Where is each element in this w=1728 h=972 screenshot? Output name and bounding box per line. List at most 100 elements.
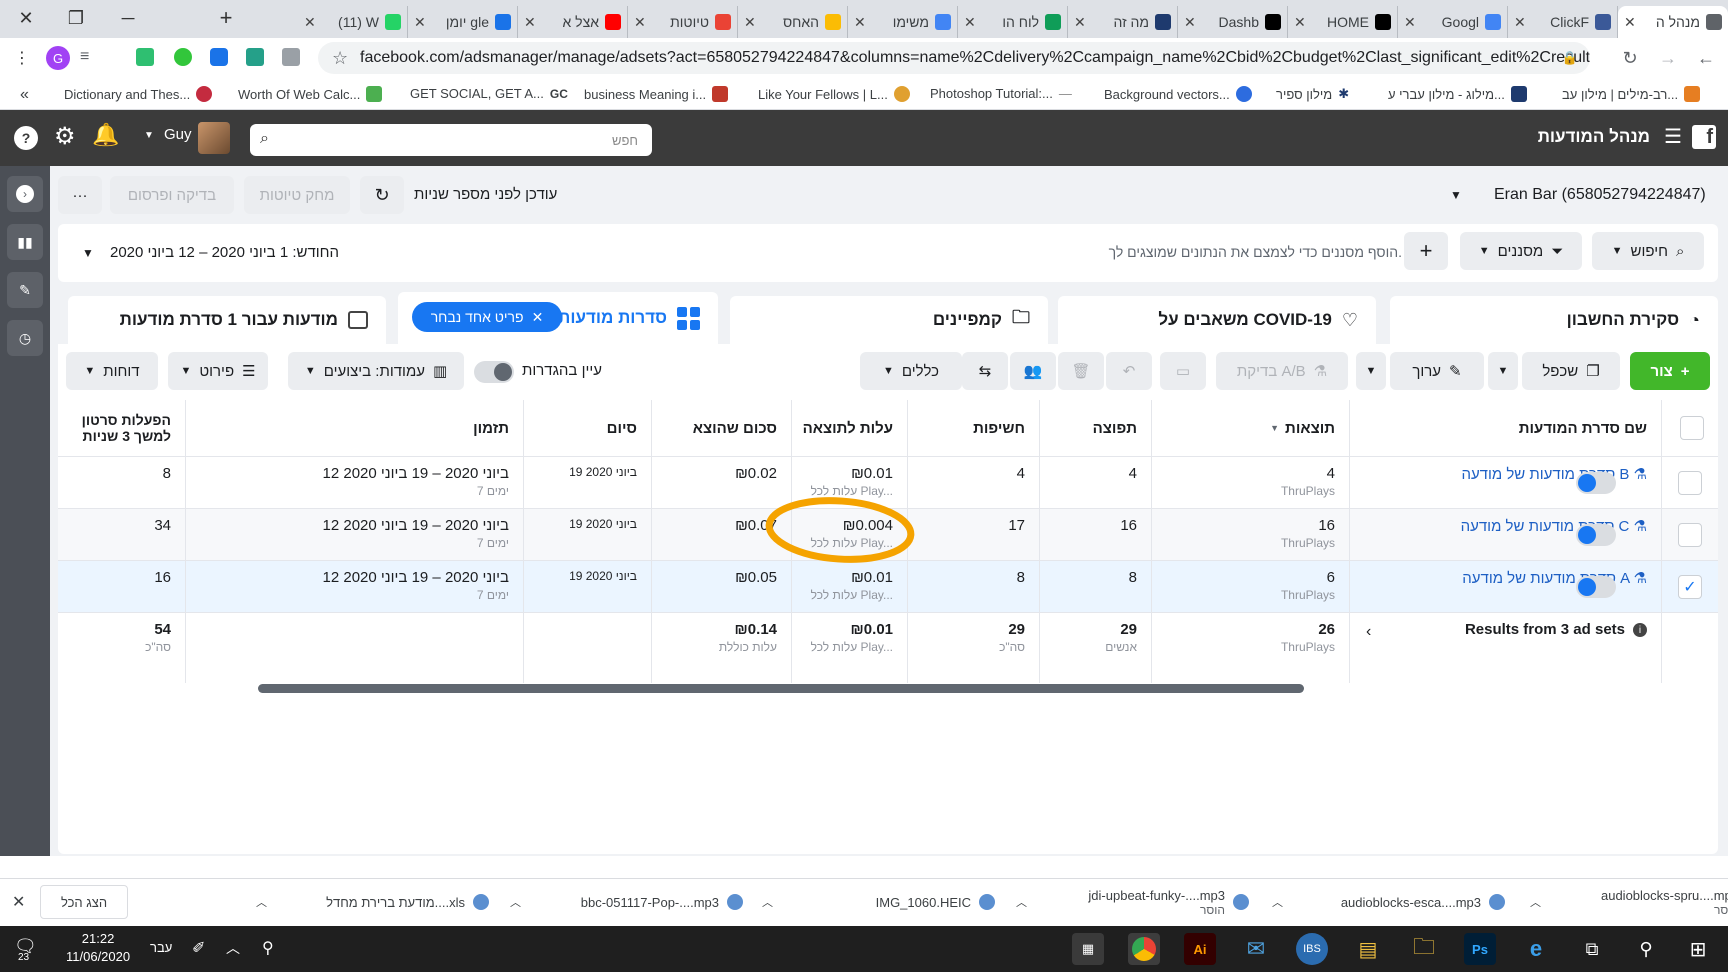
tab-close-icon[interactable]: ✕ — [414, 14, 426, 31]
user-avatar[interactable] — [198, 122, 230, 154]
edit-chevron-down-icon[interactable]: ▼ — [1356, 352, 1386, 390]
close-downloads-icon[interactable]: ✕ — [12, 892, 25, 912]
windows-start-icon[interactable]: ⊞ — [1682, 933, 1714, 965]
horizontal-scrollbar[interactable] — [258, 684, 1304, 693]
view-setup-toggle[interactable] — [474, 361, 514, 383]
tab-close-icon[interactable]: ✕ — [634, 14, 646, 31]
clock[interactable]: 21:22 11/06/2020 — [66, 930, 130, 966]
download-chevron-up-icon[interactable]: ︿ — [510, 894, 521, 910]
review-publish-button[interactable]: בדיקה ופרסום — [110, 176, 234, 214]
new-tab-icon[interactable]: + — [204, 0, 248, 36]
search-input[interactable]: ⌕ חפש — [250, 124, 652, 156]
tab-close-icon[interactable]: ✕ — [744, 14, 756, 31]
profile-avatar[interactable]: G — [46, 46, 70, 70]
browser-tab[interactable]: ✕ HOME — [1288, 6, 1398, 38]
user-name[interactable]: Guy — [164, 126, 192, 143]
account-selector[interactable]: Eran Bar (658052794224847) — [1494, 186, 1706, 204]
tab-campaigns[interactable]: קמפיינים 🗀 — [730, 296, 1048, 344]
browser-tab[interactable]: ✕ Dashb — [1178, 6, 1288, 38]
download-chevron-up-icon[interactable]: ︿ — [762, 894, 773, 910]
column-header-cost-per-result[interactable]: עלות לתוצאה — [792, 400, 908, 456]
help-icon[interactable]: ? — [14, 126, 38, 150]
column-header-end[interactable]: סיום — [524, 400, 652, 456]
browser-tab[interactable]: ✕ יומן gle — [408, 6, 518, 38]
menu-hamburger-icon[interactable]: ☰ — [1664, 124, 1682, 149]
bookmark-item[interactable]: Background vectors... — [1104, 86, 1252, 102]
edit-pencil-icon[interactable]: ✎ — [7, 272, 43, 308]
reports-chart-icon[interactable]: ▮▮ — [7, 224, 43, 260]
extension-icon[interactable] — [174, 48, 192, 66]
browser-tab[interactable]: ✕ לוח הו — [958, 6, 1068, 38]
tab-close-icon[interactable]: ✕ — [1514, 14, 1526, 31]
bookmark-star-icon[interactable]: ☆ — [332, 42, 348, 74]
expand-rail-icon[interactable]: › — [7, 176, 43, 212]
calculator-app-icon[interactable]: ▦ — [1072, 933, 1104, 965]
download-chevron-up-icon[interactable]: ︿ — [256, 894, 267, 910]
browser-tab[interactable]: ✕ ClickF — [1508, 6, 1618, 38]
row-checkbox[interactable]: ✓ — [1678, 575, 1702, 599]
photoshop-app-icon[interactable]: Ps — [1464, 933, 1496, 965]
date-range-picker[interactable]: החודש: 1 ביוני 2020 – 12 ביוני 2020 — [110, 244, 339, 261]
edit-button[interactable]: ערוך ✎ — [1390, 352, 1484, 390]
extension-icon[interactable] — [210, 48, 228, 66]
download-item[interactable]: ︿ bbc-051117-Pop-....mp3 — [510, 885, 743, 919]
search-button[interactable]: ▼ חיפוש ⌕ — [1592, 232, 1704, 270]
row-checkbox[interactable] — [1678, 523, 1702, 547]
duplicate-button[interactable]: שכפל ❐ — [1522, 352, 1620, 390]
chrome-app-icon[interactable] — [1128, 933, 1160, 965]
tab-covid-resources[interactable]: משאבים על COVID-19 ♡ — [1058, 296, 1376, 344]
file-explorer-icon[interactable]: 🗀 — [1408, 933, 1440, 965]
archive-icon[interactable]: ▭ — [1160, 352, 1206, 390]
collapse-chevron-icon[interactable]: ‹ — [1366, 623, 1371, 641]
more-options-button[interactable]: ··· — [58, 176, 102, 214]
extension-icon[interactable] — [282, 48, 300, 66]
user-menu-chevron-down-icon[interactable]: ▼ — [144, 130, 154, 141]
browser-tab[interactable]: ✕ משימו — [848, 6, 958, 38]
discard-drafts-button[interactable]: מחק טיוטות — [244, 176, 350, 214]
extension-icon[interactable] — [246, 48, 264, 66]
history-clock-icon[interactable]: ◷ — [7, 320, 43, 356]
tab-close-icon[interactable]: ✕ — [524, 14, 536, 31]
tab-close-icon[interactable]: ✕ — [1404, 14, 1416, 31]
sticky-app-icon[interactable]: ▤ — [1352, 933, 1384, 965]
column-header-reach[interactable]: תפוצה — [1040, 400, 1152, 456]
tray-chevron-up-icon[interactable]: ︿ — [226, 938, 240, 958]
column-header-amount-spent[interactable]: סכום שהוצא — [652, 400, 792, 456]
bookmark-item[interactable]: מילוג - מילון עברי ע... — [1388, 86, 1527, 102]
date-chevron-down-icon[interactable]: ▼ — [82, 246, 94, 260]
bookmark-item[interactable]: מילון ספיר ✱ — [1276, 86, 1349, 102]
browser-tab[interactable]: ✕ Googl — [1398, 6, 1508, 38]
delivery-toggle[interactable] — [1576, 576, 1616, 598]
show-all-downloads-button[interactable]: הצג הכל — [40, 885, 128, 919]
network-icon[interactable]: ⚲ — [262, 938, 274, 958]
tab-close-icon[interactable]: ✕ — [1074, 14, 1086, 31]
close-window-icon[interactable]: ✕ — [4, 0, 48, 36]
browser-tab[interactable]: ✕ (11) W — [298, 6, 408, 38]
filters-button[interactable]: ▼ מסננים ⏷ — [1460, 232, 1582, 270]
column-header-impressions[interactable]: חשיפות — [908, 400, 1040, 456]
bookmark-item[interactable]: רב-מילים | מילון עב... — [1562, 86, 1701, 102]
select-all-checkbox[interactable] — [1680, 416, 1704, 440]
duplicate-chevron-down-icon[interactable]: ▼ — [1488, 352, 1518, 390]
browser-menu-icon[interactable]: ⋮ — [0, 40, 44, 76]
download-chevron-up-icon[interactable]: ︿ — [1016, 894, 1027, 910]
bookmark-item[interactable]: business Meaning i... — [584, 86, 729, 102]
lock-icon[interactable]: 🔒 — [1562, 42, 1578, 74]
download-chevron-up-icon[interactable]: ︿ — [1530, 894, 1541, 910]
bookmark-item[interactable]: Dictionary and Thes... — [64, 86, 213, 102]
account-chevron-down-icon[interactable]: ▼ — [1450, 188, 1462, 202]
clear-selection-close-icon[interactable]: ✕ — [532, 309, 544, 326]
tab-ads[interactable]: מודעות עבור 1 סדרת מודעות — [68, 296, 386, 344]
notifications-bell-icon[interactable]: 🔔 — [92, 122, 119, 148]
compare-icon[interactable]: ⇆ — [962, 352, 1008, 390]
download-item[interactable]: ︿ IMG_1060.HEIC — [762, 885, 995, 919]
tab-close-icon[interactable]: ✕ — [1294, 14, 1306, 31]
audience-people-icon[interactable]: 👥 — [1010, 352, 1056, 390]
tab-close-icon[interactable]: ✕ — [1184, 14, 1196, 31]
settings-gear-icon[interactable]: ⚙ — [54, 122, 76, 151]
bookmark-item[interactable]: Like Your Fellows | L... — [758, 86, 910, 102]
column-header-video-plays[interactable]: הפעלות סרטון למשך 3 שניות — [58, 400, 186, 456]
restore-window-icon[interactable]: ❐ — [54, 0, 98, 36]
column-header-results[interactable]: ▼ תוצאות — [1152, 400, 1350, 456]
columns-button[interactable]: ▼ עמודות: ביצועים ▥ — [288, 352, 464, 390]
